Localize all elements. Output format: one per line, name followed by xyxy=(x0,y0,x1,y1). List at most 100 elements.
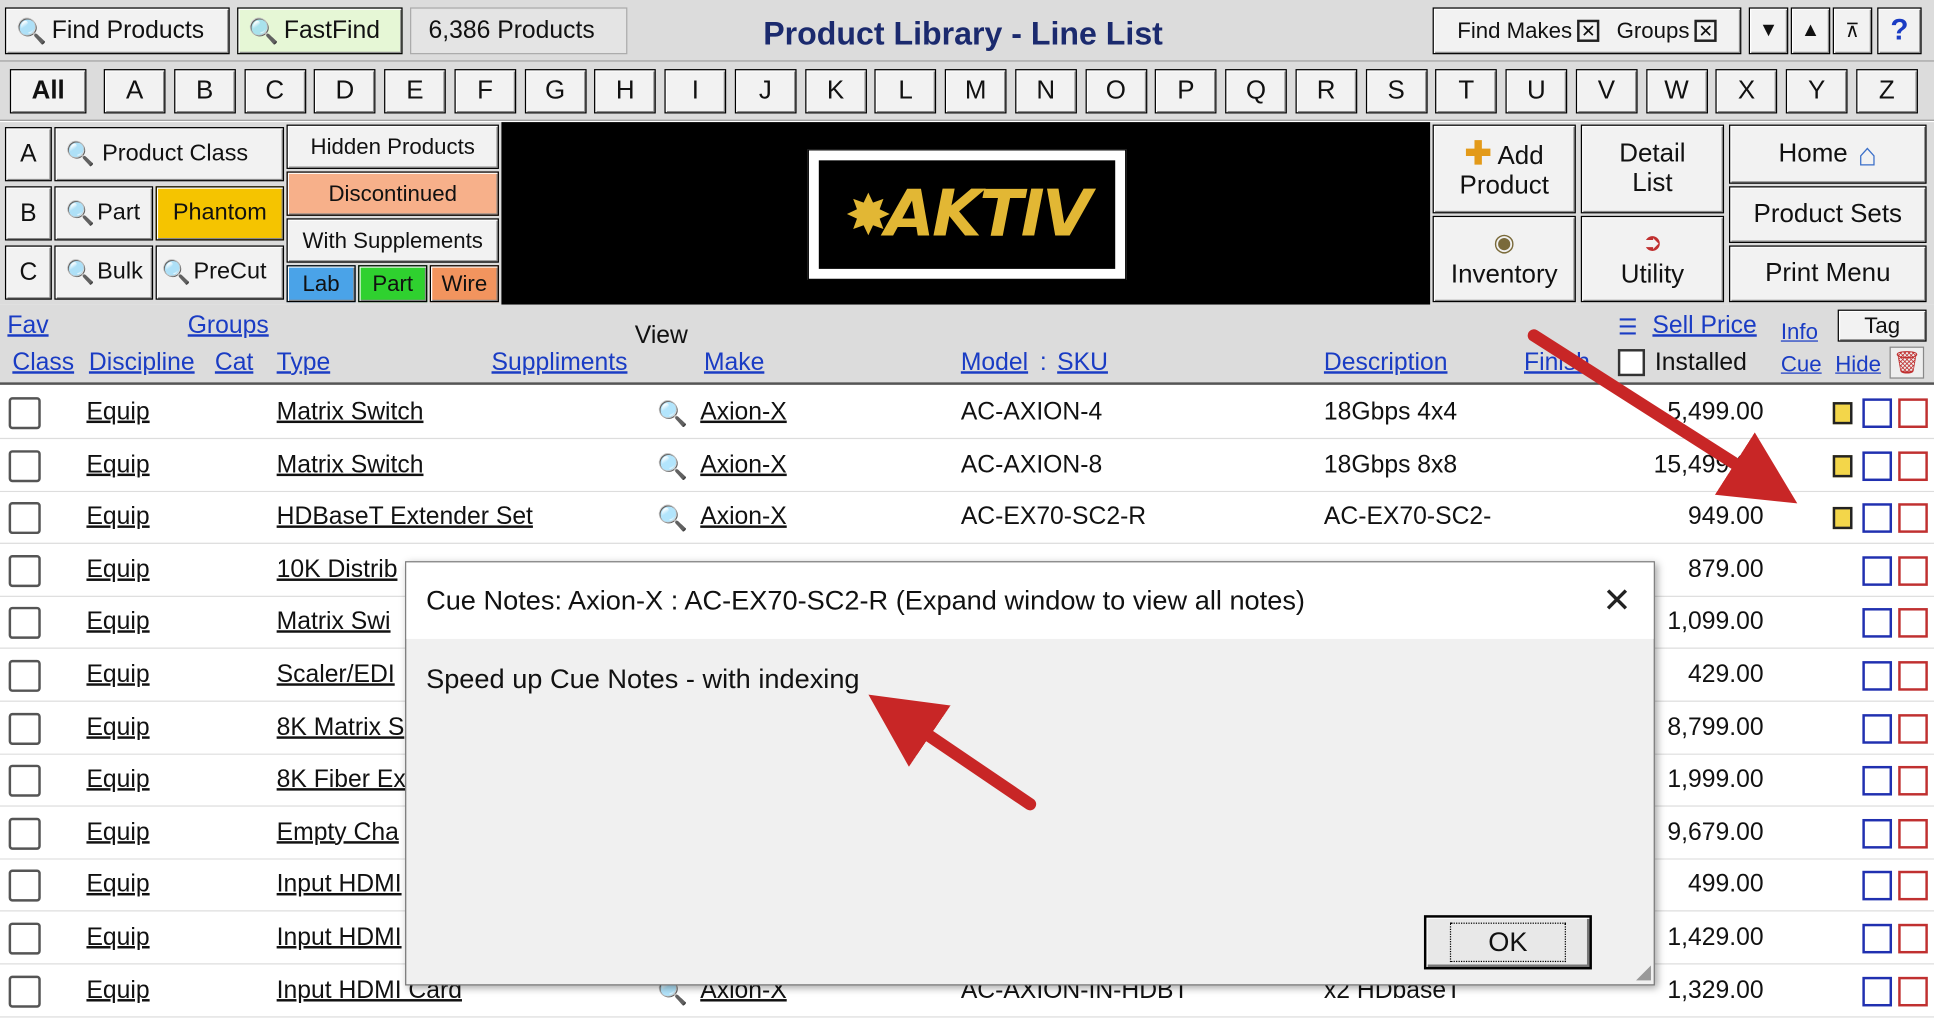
discipline-header[interactable]: Discipline xyxy=(89,349,195,377)
phantom-button[interactable]: Phantom xyxy=(155,186,285,241)
table-row[interactable]: Equip Matrix Switch 🔍 Axion-X AC-AXION-8 18Gb… xyxy=(0,439,1934,492)
alpha-filter-n[interactable]: N xyxy=(1014,69,1077,114)
discipline-link[interactable]: Equip xyxy=(86,451,149,479)
type-link[interactable]: Matrix Swi xyxy=(277,609,391,637)
alpha-filter-e[interactable]: E xyxy=(384,69,446,114)
cue-tag-checkbox[interactable] xyxy=(1862,871,1893,901)
close-icon[interactable]: ✕ xyxy=(1602,580,1631,621)
hide-checkbox[interactable] xyxy=(1898,766,1928,796)
info-note-icon[interactable] xyxy=(1832,454,1853,477)
alpha-filter-o[interactable]: O xyxy=(1084,69,1147,114)
hide-checkbox[interactable] xyxy=(1898,871,1928,901)
fav-checkbox[interactable] xyxy=(8,554,41,587)
discipline-link[interactable]: Equip xyxy=(86,924,149,952)
groups-checkbox[interactable]: ✕ xyxy=(1694,19,1717,42)
product-class-button[interactable]: 🔍 Product Class xyxy=(54,127,285,182)
hide-checkbox[interactable] xyxy=(1898,818,1928,849)
cue-header[interactable]: Cue xyxy=(1781,352,1822,378)
table-row[interactable]: Equip HDBaseT Extender Set 🔍 Axion-X AC-EX70… xyxy=(0,492,1934,545)
cue-tag-checkbox[interactable] xyxy=(1862,503,1893,534)
hide-checkbox[interactable] xyxy=(1898,450,1928,481)
trash-icon[interactable]: 🗑 xyxy=(1889,346,1925,379)
groups-header[interactable]: Groups xyxy=(188,312,269,340)
inventory-button[interactable]: ◉ Inventory xyxy=(1432,215,1576,303)
alpha-filter-all[interactable]: All xyxy=(9,69,87,114)
type-link[interactable]: 8K Fiber Ex xyxy=(277,766,406,794)
type-link[interactable]: Input HDMI xyxy=(277,871,402,899)
alpha-filter-d[interactable]: D xyxy=(313,69,376,114)
installed-checkbox[interactable] xyxy=(1617,349,1646,377)
alpha-filter-p[interactable]: P xyxy=(1155,69,1217,114)
fav-checkbox[interactable] xyxy=(8,922,41,955)
type-link[interactable]: Input HDMI xyxy=(277,924,402,952)
fav-checkbox[interactable] xyxy=(8,397,41,430)
fav-checkbox[interactable] xyxy=(8,975,41,1008)
cue-tag-checkbox[interactable] xyxy=(1862,661,1893,691)
fav-checkbox[interactable] xyxy=(8,764,41,798)
make-link[interactable]: Axion-X xyxy=(700,398,786,426)
alpha-filter-t[interactable]: T xyxy=(1435,69,1498,114)
add-product-button[interactable]: ✚ Add Product xyxy=(1432,124,1576,214)
hide-checkbox[interactable] xyxy=(1898,556,1928,586)
alpha-filter-g[interactable]: G xyxy=(524,69,587,114)
alpha-filter-y[interactable]: Y xyxy=(1785,69,1848,114)
type-link[interactable]: HDBaseT Extender Set xyxy=(277,503,533,531)
make-header[interactable]: Make xyxy=(704,349,764,377)
sort-down-icon[interactable]: ▼ xyxy=(1748,7,1789,55)
view-search-icon[interactable]: 🔍 xyxy=(657,503,688,534)
find-products-button[interactable]: 🔍 Find Products xyxy=(4,7,230,55)
home-button[interactable]: Home ⌂ xyxy=(1729,124,1927,184)
lab-button[interactable]: Lab xyxy=(286,265,356,303)
print-menu-button[interactable]: Print Menu xyxy=(1729,245,1927,303)
utility-button[interactable]: ➲ Utility xyxy=(1580,215,1725,303)
discontinued-button[interactable]: Discontinued xyxy=(286,171,499,216)
discipline-link[interactable]: Equip xyxy=(86,819,149,847)
view-search-icon[interactable]: 🔍 xyxy=(657,398,688,429)
alpha-filter-b[interactable]: B xyxy=(173,69,236,114)
discipline-link[interactable]: Equip xyxy=(86,976,149,1004)
discipline-link[interactable]: Equip xyxy=(86,714,149,742)
discipline-link[interactable]: Equip xyxy=(86,503,149,531)
cue-tag-checkbox[interactable] xyxy=(1862,713,1893,744)
alpha-filter-x[interactable]: X xyxy=(1715,69,1778,114)
type-link[interactable]: Scaler/EDI xyxy=(277,661,395,689)
make-link[interactable]: Axion-X xyxy=(700,503,786,531)
info-note-icon[interactable] xyxy=(1832,402,1853,425)
fav-checkbox[interactable] xyxy=(8,659,41,692)
hidden-products-button[interactable]: Hidden Products xyxy=(286,124,499,169)
fav-checkbox[interactable] xyxy=(8,712,41,745)
fav-checkbox[interactable] xyxy=(8,449,41,482)
fastfind-button[interactable]: 🔍 FastFind xyxy=(237,7,403,55)
view-search-icon[interactable]: 🔍 xyxy=(657,451,688,482)
alpha-filter-f[interactable]: F xyxy=(454,69,516,114)
alpha-filter-h[interactable]: H xyxy=(594,69,657,114)
alpha-filter-j[interactable]: J xyxy=(734,69,797,114)
type-link[interactable]: Empty Cha xyxy=(277,819,399,847)
cue-tag-checkbox[interactable] xyxy=(1862,556,1893,586)
hide-checkbox[interactable] xyxy=(1898,713,1928,744)
hide-header[interactable]: Hide xyxy=(1835,352,1881,378)
alpha-filter-v[interactable]: V xyxy=(1575,69,1638,114)
model-header[interactable]: Model xyxy=(961,349,1028,377)
type-header[interactable]: Type xyxy=(277,349,331,377)
cue-tag-checkbox[interactable] xyxy=(1862,923,1893,954)
jump-top-icon[interactable]: ⊼ xyxy=(1832,7,1873,55)
cue-tag-checkbox[interactable] xyxy=(1862,608,1893,639)
precut-search-button[interactable]: 🔍 PreCut xyxy=(155,245,285,300)
alpha-filter-c[interactable]: C xyxy=(243,69,306,114)
fav-header[interactable]: Fav xyxy=(7,312,48,340)
discipline-link[interactable]: Equip xyxy=(86,766,149,794)
type-link[interactable]: Matrix Switch xyxy=(277,398,424,426)
cue-tag-checkbox[interactable] xyxy=(1862,450,1893,481)
hide-checkbox[interactable] xyxy=(1898,398,1928,428)
alpha-filter-a[interactable]: A xyxy=(103,69,166,114)
sku-header[interactable]: SKU xyxy=(1057,349,1108,377)
type-link[interactable]: Matrix Switch xyxy=(277,451,424,479)
cue-tag-checkbox[interactable] xyxy=(1862,818,1893,849)
find-makes-checkbox[interactable]: ✕ xyxy=(1577,19,1600,42)
alpha-filter-i[interactable]: I xyxy=(664,69,727,114)
table-row[interactable]: Equip Matrix Switch 🔍 Axion-X AC-AXION-4 18Gb… xyxy=(0,387,1934,440)
type-link[interactable]: 8K Matrix S xyxy=(277,714,405,742)
part-search-button[interactable]: 🔍 Part xyxy=(54,186,154,241)
discipline-link[interactable]: Equip xyxy=(86,609,149,637)
